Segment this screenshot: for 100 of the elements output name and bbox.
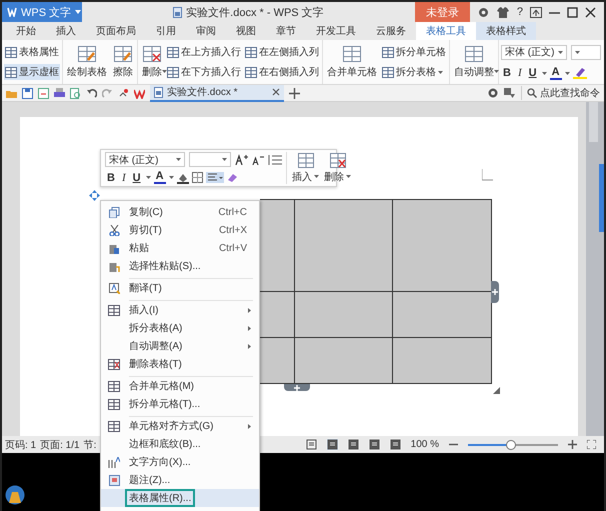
menu-item[interactable]: 复制(C) Ctrl+C bbox=[101, 203, 259, 221]
table-icon bbox=[78, 46, 96, 62]
maximize-icon[interactable] bbox=[567, 6, 578, 18]
menu-tab[interactable]: 表格样式 bbox=[476, 22, 536, 40]
menu-tab[interactable]: 审阅 bbox=[186, 22, 226, 40]
document-tab[interactable]: 实验文件.docx * bbox=[150, 84, 284, 102]
menu-tab[interactable]: 开发工具 bbox=[306, 22, 366, 40]
menu-tab[interactable]: 页面布局 bbox=[86, 22, 146, 40]
font-field[interactable]: 宋体 (正文) bbox=[105, 152, 185, 167]
menu-item[interactable]: 拆分表格(A) bbox=[101, 319, 259, 337]
slider-thumb[interactable] bbox=[506, 440, 516, 450]
ribbon-button[interactable]: 自动调整 bbox=[452, 42, 496, 82]
format-button[interactable]: B bbox=[501, 67, 513, 79]
menu-item[interactable]: 拆分单元格(T)... bbox=[101, 395, 259, 413]
ribbon-button[interactable]: 显示虚框 bbox=[4, 64, 60, 80]
menu-item[interactable]: 表格属性(R)... bbox=[101, 489, 259, 507]
grow-font-icon[interactable] bbox=[235, 154, 248, 165]
menu-tab[interactable]: 开始 bbox=[6, 22, 46, 40]
shirt-icon[interactable] bbox=[496, 6, 510, 18]
scrollbar[interactable] bbox=[586, 102, 604, 436]
menu-tab[interactable]: 表格工具 bbox=[416, 22, 476, 40]
ribbon-button[interactable]: 删除 bbox=[140, 42, 164, 82]
ribbon-button[interactable]: 拆分表格 bbox=[381, 64, 447, 80]
font-size-field[interactable] bbox=[189, 152, 231, 167]
section-label: 节: bbox=[84, 438, 96, 452]
toolbar-button[interactable]: 删除 bbox=[324, 152, 351, 184]
split-cells-icon bbox=[108, 398, 120, 410]
align-icon[interactable] bbox=[206, 172, 224, 183]
scroll-thumb[interactable] bbox=[589, 102, 598, 142]
menu-item[interactable]: 粘贴 Ctrl+V bbox=[101, 239, 259, 257]
ribbon-button[interactable]: 在上方插入行 bbox=[166, 44, 242, 60]
wps-logo-icon[interactable] bbox=[134, 88, 145, 98]
reading-view-icon[interactable] bbox=[390, 439, 401, 450]
resize-handle-icon[interactable] bbox=[493, 387, 500, 394]
close-icon[interactable] bbox=[585, 6, 596, 18]
preview-icon[interactable] bbox=[70, 88, 81, 98]
menu-tab[interactable]: 章节 bbox=[266, 22, 306, 40]
page-view-icon[interactable] bbox=[326, 439, 338, 450]
ribbon-button[interactable]: 擦除 bbox=[111, 42, 135, 82]
ribbon-button[interactable]: 拆分单元格 bbox=[381, 44, 447, 60]
line-spacing-icon[interactable] bbox=[268, 154, 282, 164]
app-icon[interactable] bbox=[5, 483, 25, 505]
help-button[interactable]: ? bbox=[516, 6, 523, 18]
menu-tab[interactable]: 云服务 bbox=[366, 22, 416, 40]
outline-view-icon[interactable] bbox=[348, 439, 359, 450]
close-icon[interactable] bbox=[272, 88, 280, 96]
format-button[interactable]: U bbox=[526, 67, 539, 79]
table-icon bbox=[167, 66, 179, 78]
highlighter-icon[interactable] bbox=[572, 67, 587, 79]
toolbar-button[interactable]: 插入 bbox=[292, 152, 319, 184]
app-menu-button[interactable]: WPS 文字 bbox=[2, 2, 82, 22]
restore-icon[interactable] bbox=[530, 6, 542, 18]
settings-icon[interactable] bbox=[478, 6, 489, 18]
menu-tab[interactable]: 引用 bbox=[146, 22, 186, 40]
table-icon bbox=[143, 46, 161, 62]
ribbon-button[interactable]: 绘制表格 bbox=[65, 42, 109, 82]
caption-icon bbox=[108, 474, 120, 486]
undo-icon[interactable] bbox=[86, 88, 97, 98]
zoom-in-icon[interactable] bbox=[568, 440, 577, 449]
border-icon[interactable] bbox=[192, 172, 203, 183]
menu-tab[interactable]: 插入 bbox=[46, 22, 86, 40]
add-column-handle[interactable] bbox=[491, 281, 499, 303]
menu-item[interactable]: 边框和底纹(B)... bbox=[101, 435, 259, 453]
shrink-font-icon[interactable] bbox=[252, 154, 264, 165]
ribbon-button[interactable]: 在左侧插入列 bbox=[244, 44, 320, 60]
fit-icon[interactable] bbox=[587, 440, 596, 449]
shading-icon[interactable] bbox=[176, 172, 189, 184]
menu-item[interactable]: 选择性粘贴(S)... bbox=[101, 257, 259, 275]
menu-item[interactable]: 文字方向(X)... bbox=[101, 453, 259, 471]
plus-icon[interactable] bbox=[289, 88, 300, 98]
format-button[interactable]: I bbox=[120, 172, 128, 184]
menu-item[interactable]: 删除表格(T) bbox=[101, 355, 259, 373]
ribbon-button[interactable]: 合并单元格 bbox=[325, 42, 379, 82]
format-button[interactable]: A bbox=[154, 171, 166, 184]
shortcut-text: Ctrl+X bbox=[218, 224, 247, 236]
menu-item[interactable]: 自动调整(A) bbox=[101, 337, 259, 355]
ribbon-button[interactable]: 表格属性 bbox=[4, 44, 60, 60]
move-handle-icon[interactable] bbox=[89, 190, 100, 201]
format-button[interactable]: I bbox=[516, 67, 524, 79]
format-button[interactable]: B bbox=[105, 172, 117, 184]
add-row-handle[interactable] bbox=[284, 384, 310, 391]
font-field[interactable]: 宋体 (正文) bbox=[501, 44, 567, 60]
menu-tab[interactable]: 视图 bbox=[226, 22, 266, 40]
format-button[interactable]: A bbox=[550, 66, 562, 80]
search-field[interactable]: 点此查找命令 bbox=[521, 86, 600, 100]
fullscreen-icon[interactable] bbox=[306, 439, 317, 450]
caret-icon bbox=[438, 70, 443, 74]
ribbon-button[interactable]: 在右侧插入列 bbox=[244, 64, 320, 80]
caret-icon bbox=[75, 10, 82, 14]
menu-item[interactable]: 剪切(T) Ctrl+X bbox=[101, 221, 259, 239]
submenu-arrow-icon bbox=[248, 326, 251, 330]
ribbon-button[interactable]: 在下方插入行 bbox=[166, 64, 242, 80]
submenu-arrow-icon bbox=[248, 424, 251, 428]
format-button[interactable]: U bbox=[130, 172, 143, 184]
eraser-icon[interactable] bbox=[226, 172, 238, 183]
save-icon[interactable] bbox=[22, 88, 33, 98]
menu-item[interactable]: 题注(Z)... bbox=[101, 471, 259, 489]
web-view-icon[interactable] bbox=[368, 439, 380, 450]
print-icon[interactable] bbox=[54, 88, 65, 98]
font-size-field[interactable] bbox=[571, 44, 601, 60]
